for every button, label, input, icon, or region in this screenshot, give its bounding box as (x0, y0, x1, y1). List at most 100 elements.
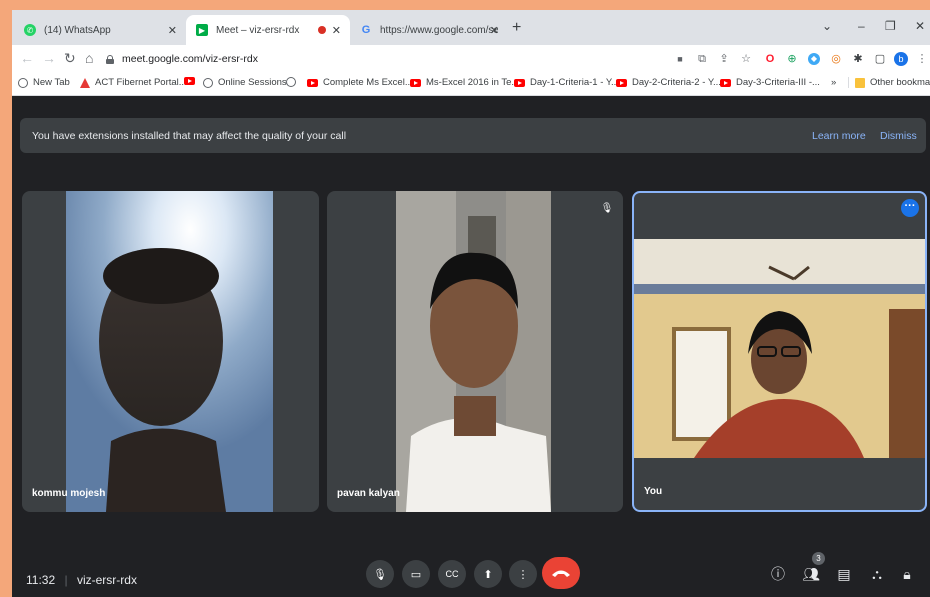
meet-icon: ▶ (196, 24, 208, 36)
participant-name: You (644, 486, 663, 497)
youtube-icon (307, 78, 318, 87)
tab-search-chevron-icon[interactable]: ⌄ (822, 19, 832, 33)
close-icon[interactable]: ✕ (490, 24, 499, 37)
learn-more-link[interactable]: Learn more (812, 130, 866, 142)
participant-tile-self[interactable]: ··· You (632, 191, 927, 512)
bookmark-online-sessions[interactable]: Online Sessions (203, 77, 287, 88)
google-icon: G (361, 24, 371, 36)
microphone-icon: 🎙︎ (373, 568, 387, 581)
reload-icon[interactable]: ↻ (64, 51, 76, 65)
forward-icon[interactable]: → (42, 51, 56, 65)
mic-muted-icon: 🎙︎ (600, 203, 614, 214)
tab-title: https://www.google.com/search? (380, 24, 498, 36)
more-options-button[interactable]: ⋮ (509, 560, 537, 588)
bookmark-globe[interactable] (286, 77, 301, 87)
captions-icon: CC (445, 569, 459, 579)
more-options-icon[interactable]: ··· (901, 199, 919, 217)
browser-menu-icon[interactable]: ⋮ (916, 53, 928, 65)
bookmark-day-2[interactable]: Day-2-Criteria-2 - Y... (616, 77, 721, 88)
translate-icon[interactable]: ⧉ (696, 53, 708, 65)
bookmark-complete-ms-excel[interactable]: Complete Ms Excel... (307, 77, 413, 88)
bookmarks-overflow-button[interactable]: » (831, 77, 836, 88)
banner-message: You have extensions installed that may a… (32, 129, 347, 142)
bookmarks-bar: New Tab ACT Fibernet Portal... Online Se… (12, 73, 930, 96)
present-icon: ⬆ (483, 568, 493, 581)
back-icon[interactable]: ← (20, 51, 34, 65)
participant-tile-2[interactable]: 🎙︎ pavan kalyan (327, 191, 623, 512)
share-icon[interactable]: ⇪ (718, 53, 730, 65)
youtube-icon (410, 78, 421, 87)
lock-icon[interactable] (106, 54, 114, 64)
bookmark-ms-excel-2016[interactable]: Ms-Excel 2016 in Te... (410, 77, 519, 88)
address-bar[interactable]: meet.google.com/viz-ersr-rdx (106, 48, 666, 70)
browser-window: ✆ (14) WhatsApp ✕ ▶ Meet – viz-ersr-rdx … (12, 10, 930, 597)
extension-arrow-icon[interactable]: ⊕ (786, 53, 798, 65)
extensions-warning-banner: You have extensions installed that may a… (20, 118, 926, 153)
globe-icon (18, 77, 28, 88)
present-button[interactable]: ⬆ (474, 560, 502, 588)
tab-whatsapp[interactable]: ✆ (14) WhatsApp ✕ (14, 15, 186, 45)
captions-button[interactable]: CC (438, 560, 466, 588)
bookmark-other-bookmarks[interactable]: Other bookmarks (848, 77, 930, 88)
youtube-icon (720, 78, 731, 87)
tab-google-search[interactable]: G https://www.google.com/search? ✕ (350, 15, 508, 45)
people-icon[interactable]: 👥︎ (802, 565, 820, 583)
whatsapp-icon: ✆ (24, 24, 36, 36)
info-icon[interactable]: ⓘ (769, 565, 787, 583)
participant-name: pavan kalyan (337, 488, 400, 499)
meet-stage: You have extensions installed that may a… (12, 96, 930, 597)
chat-icon[interactable]: ▤ (835, 565, 853, 583)
globe-icon (203, 77, 213, 88)
profile-avatar[interactable]: b (894, 52, 908, 66)
participant-video (634, 239, 925, 458)
bookmark-new-tab[interactable]: New Tab (18, 77, 70, 88)
more-vert-icon: ⋮ (517, 568, 529, 581)
camera-button[interactable]: ▭ (402, 560, 430, 588)
act-icon (80, 77, 90, 88)
end-call-button[interactable] (542, 557, 580, 589)
minimize-icon[interactable]: – (858, 19, 865, 33)
participant-name: kommu mojesh (32, 488, 106, 499)
camera-in-use-icon[interactable]: ■ (674, 53, 686, 65)
meeting-info: 11:32 | viz-ersr-rdx (26, 573, 137, 587)
tab-strip: ✆ (14) WhatsApp ✕ ▶ Meet – viz-ersr-rdx … (12, 10, 930, 45)
restore-icon[interactable]: ❐ (885, 19, 896, 33)
activities-icon[interactable]: ⛬ (868, 565, 886, 583)
window-close-icon[interactable]: ✕ (915, 19, 925, 33)
end-call-icon (552, 570, 570, 577)
participant-tile-1[interactable]: kommu mojesh (22, 191, 319, 512)
bookmark-day-1[interactable]: Day-1-Criteria-1 - Y... (514, 77, 619, 88)
camera-icon: ▭ (410, 568, 422, 581)
home-icon[interactable]: ⌂ (85, 51, 93, 65)
microphone-button[interactable]: 🎙︎ (366, 560, 394, 588)
youtube-icon (514, 78, 525, 87)
participant-video (66, 191, 273, 512)
browser-toolbar: ← → ↻ ⌂ meet.google.com/viz-ersr-rdx ■ ⧉… (12, 45, 930, 73)
youtube-icon (184, 77, 195, 85)
new-tab-icon[interactable]: + (512, 19, 521, 37)
meeting-time: 11:32 (26, 573, 56, 587)
tab-title: (14) WhatsApp (44, 24, 111, 36)
youtube-icon (616, 78, 627, 87)
bookmark-star-icon[interactable]: ☆ (740, 53, 752, 65)
tab-title: Meet – viz-ersr-rdx (216, 24, 300, 36)
divider: | (64, 573, 68, 587)
bookmark-youtube[interactable] (184, 77, 200, 85)
host-controls-icon[interactable]: 🔒︎ (898, 565, 916, 583)
bookmark-act-fibernet[interactable]: ACT Fibernet Portal... (80, 77, 187, 88)
opera-extension-icon[interactable]: O (764, 53, 776, 65)
participant-count-badge: 3 (812, 552, 825, 565)
folder-icon (855, 77, 865, 88)
participant-video (396, 191, 551, 512)
bookmark-day-3[interactable]: Day-3-Criteria-III -... (720, 77, 820, 88)
tab-meet[interactable]: ▶ Meet – viz-ersr-rdx ✕ (186, 15, 350, 45)
recording-indicator-icon (318, 26, 326, 34)
side-panel-icon[interactable]: ▢ (874, 53, 886, 65)
extension-target-icon[interactable]: ◎ (830, 53, 842, 65)
dismiss-button[interactable]: Dismiss (880, 130, 917, 142)
extensions-puzzle-icon[interactable]: ✱ (852, 53, 864, 65)
close-icon[interactable]: ✕ (332, 24, 341, 37)
extension-badge-icon[interactable]: ◆ (808, 53, 820, 65)
url-text: meet.google.com/viz-ersr-rdx (122, 53, 258, 65)
close-icon[interactable]: ✕ (168, 24, 177, 37)
